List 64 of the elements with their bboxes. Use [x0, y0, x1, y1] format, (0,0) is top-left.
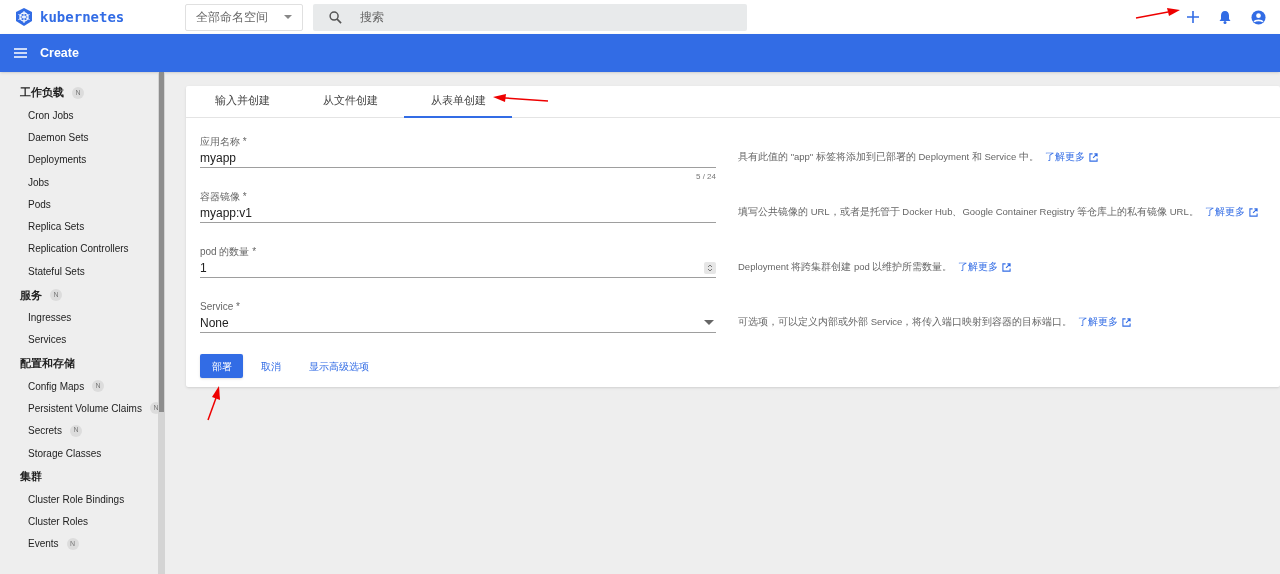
field-label: pod 的数量 * — [200, 246, 258, 258]
nav-item[interactable]: Events — [28, 536, 59, 552]
nav-item[interactable]: Config Maps — [28, 378, 85, 394]
learn-more-link[interactable]: 了解更多 — [1204, 205, 1258, 220]
help-text: 可选项，可以定义内部或外部 Service，将传入端口映射到容器的目标端口。 — [738, 315, 1073, 329]
dropdown-caret-icon[interactable] — [704, 319, 714, 326]
scrollbar-thumb[interactable] — [159, 72, 164, 412]
account-icon[interactable] — [1251, 9, 1266, 25]
help-text: Deployment 将跨集群创建 pod 以维护所需数量。 — [738, 260, 953, 274]
external-link-icon — [1002, 262, 1012, 272]
annotation-arrow — [493, 94, 549, 102]
nav-item[interactable]: Jobs — [28, 174, 50, 190]
annotation-arrow — [207, 386, 220, 421]
cancel-button[interactable]: 取消 — [261, 358, 281, 374]
nav-item[interactable]: Replica Sets — [28, 219, 85, 235]
plus-icon[interactable] — [1187, 11, 1199, 23]
page-title: Create — [40, 44, 79, 62]
help-text: 填写公共镜像的 URL，或者是托管于 Docker Hub、Google Container Registry 等仓库上的私有镜像 URL。 — [738, 205, 1199, 219]
help-text: 具有此值的 "app" 标签将添加到已部署的 Deployment 和 Service 中。 — [738, 150, 1039, 164]
deploy-button[interactable]: 部署 — [200, 354, 243, 378]
helm-wheel-logo-icon — [14, 7, 34, 27]
tab[interactable]: 输入并创建 — [188, 86, 296, 118]
nav-item[interactable]: Deployments — [28, 152, 87, 168]
nav-item[interactable]: Daemon Sets — [28, 129, 89, 145]
nav-section-heading: 服务 — [20, 287, 42, 303]
external-link-icon — [1088, 152, 1098, 162]
spinner-icon[interactable] — [704, 261, 716, 274]
nav-item[interactable]: Cluster Role Bindings — [28, 491, 125, 507]
nav-item[interactable]: Services — [28, 332, 67, 348]
field-label: 容器镜像 * — [200, 191, 248, 203]
search-field[interactable]: 搜索 — [360, 8, 516, 26]
service-select[interactable]: None — [200, 313, 716, 333]
external-link-icon — [1248, 207, 1258, 217]
app-logo-text[interactable]: kubernetes — [40, 6, 125, 28]
search-icon — [329, 10, 343, 24]
learn-more-link[interactable]: 了解更多 — [958, 260, 1012, 275]
field-label: Service * — [200, 301, 241, 313]
nav-item[interactable]: Cron Jobs — [28, 107, 74, 123]
field-label: 应用名称 * — [200, 136, 248, 148]
nav-section-heading: 工作负载 — [20, 85, 64, 101]
menu-icon[interactable] — [14, 48, 27, 58]
notifications-bell-icon[interactable] — [1219, 10, 1231, 24]
nav-item[interactable]: Replication Controllers — [28, 241, 129, 257]
advanced-options-button[interactable]: 显示高级选项 — [309, 358, 369, 374]
nav-section-heading: 集群 — [20, 469, 42, 485]
tab[interactable]: 从文件创建 — [296, 86, 404, 118]
input-field[interactable]: myapp:v1 — [200, 203, 716, 223]
nav-item[interactable]: Secrets — [28, 423, 62, 439]
annotation-arrow — [1135, 8, 1180, 19]
dropdown-caret-icon — [284, 14, 293, 20]
namespace-select[interactable]: 全部命名空间 — [185, 3, 304, 31]
nav-item[interactable]: Cluster Roles — [28, 514, 89, 530]
input-field[interactable]: myapp — [200, 148, 716, 168]
nav-item[interactable]: Storage Classes — [28, 445, 102, 461]
input-field[interactable]: 1 — [200, 258, 716, 278]
nav-item[interactable]: Persistent Volume Claims — [28, 400, 142, 416]
character-counter: 5 / 24 — [695, 171, 716, 183]
nav-item[interactable]: Stateful Sets — [28, 263, 85, 279]
external-link-icon — [1122, 317, 1132, 327]
learn-more-link[interactable]: 了解更多 — [1044, 150, 1098, 165]
nav-item[interactable]: Pods — [28, 196, 51, 212]
learn-more-link[interactable]: 了解更多 — [1078, 315, 1132, 330]
nav-item[interactable]: Ingresses — [28, 310, 72, 325]
nav-section-heading: 配置和存储 — [20, 356, 75, 372]
